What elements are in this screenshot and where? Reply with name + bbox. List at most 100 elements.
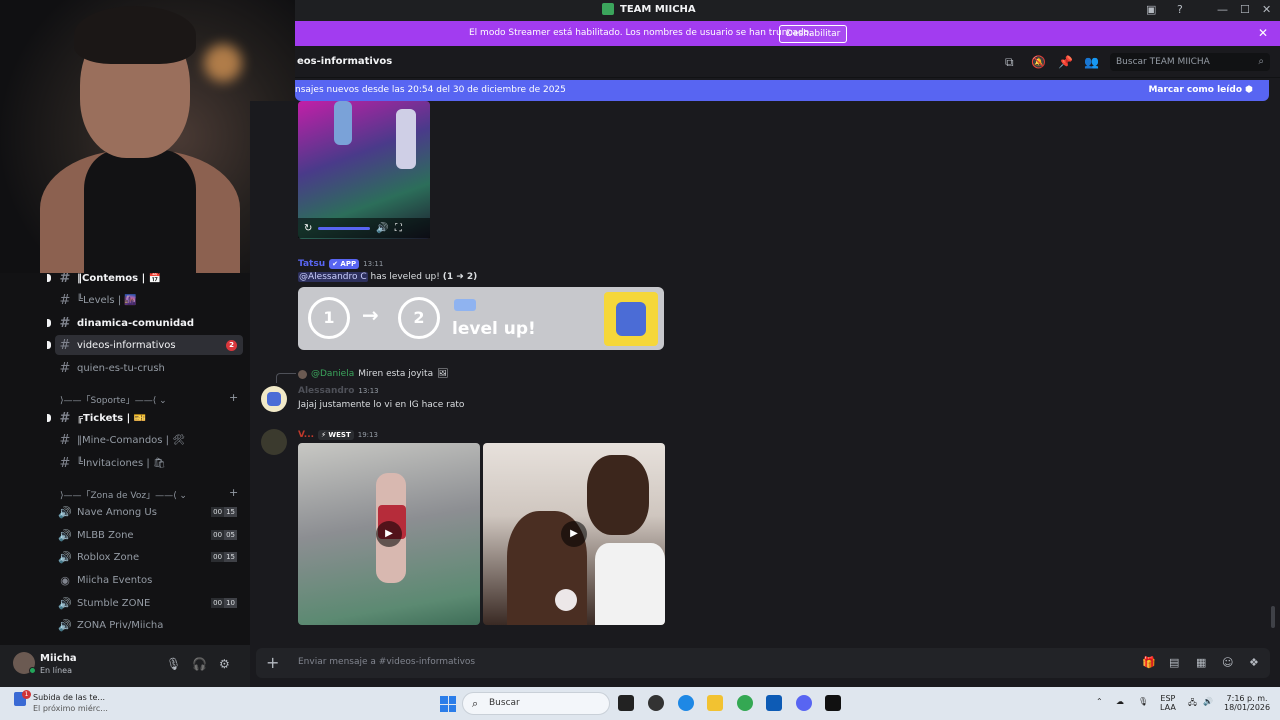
task-view-icon[interactable] (618, 695, 634, 711)
search-icon: ⌕ (1258, 56, 1264, 67)
dancer-figure (396, 109, 416, 169)
voice-channel-stumble-zone[interactable]: 🔊 Stumble ZONE 00 10 (55, 593, 243, 613)
hash-icon: # (59, 337, 71, 353)
sticker-icon[interactable]: ▦ (1196, 656, 1206, 669)
mark-read-button[interactable]: Marcar como leído ⬢ (1148, 85, 1253, 95)
windows-taskbar: 1 Subida de las te... El próximo miérc..… (0, 687, 1280, 720)
language-indicator[interactable]: ESP LAA (1160, 694, 1176, 712)
store-icon[interactable] (766, 695, 782, 711)
video-controls[interactable]: ↻ 🔊 ⛶ (298, 218, 430, 238)
bubble-gum (555, 589, 577, 611)
voice-channel-nave-among-us[interactable]: 🔊 Nave Among Us 00 15 (55, 502, 243, 522)
voice-channel-mlbb-zone[interactable]: 🔊 MLBB Zone 00 05 (55, 525, 243, 545)
edge-icon[interactable] (678, 695, 694, 711)
video-embed[interactable]: ▶ (483, 443, 665, 625)
apps-icon[interactable]: ❖ (1249, 656, 1259, 669)
bot-name[interactable]: Tatsu (298, 259, 325, 269)
volume-slider[interactable] (318, 226, 371, 230)
channel-quien-es-tu-crush[interactable]: # quien-es-tu-crush (55, 358, 243, 378)
avatar[interactable] (261, 386, 287, 412)
volume-icon[interactable]: 🔊 (376, 223, 388, 234)
close-banner-icon[interactable]: ✕ (1258, 26, 1268, 40)
stage-channel-miicha-eventos[interactable]: ◉ Miicha Eventos (55, 570, 243, 590)
hash-icon: # (59, 315, 71, 331)
emoji-icon[interactable]: ☺ (1222, 656, 1233, 669)
close-window-button[interactable]: ✕ (1262, 3, 1271, 16)
play-icon[interactable]: ▶ (376, 521, 402, 547)
onedrive-icon[interactable]: ☁ (1116, 697, 1124, 706)
category-soporte[interactable]: ⟩——「Soporte」——⟨ ⌄ (60, 393, 167, 406)
server-icon (454, 299, 476, 311)
chrome-icon[interactable] (737, 695, 753, 711)
add-channel-icon[interactable]: + (229, 391, 238, 404)
file-explorer-icon[interactable] (707, 695, 723, 711)
streamer-mode-message: El modo Streamer está habilitado. Los no… (469, 28, 812, 38)
category-zona-de-voz[interactable]: ⟩——「Zona de Voz」——⟨ ⌄ (60, 488, 187, 501)
threads-icon[interactable]: ⧉ (1005, 55, 1014, 70)
volume-icon[interactable]: 🔊 (1203, 697, 1213, 706)
channel-tickets[interactable]: # ╔Tickets | 🎫 (55, 408, 243, 428)
notification-bell-icon[interactable]: 🔕 (1031, 55, 1046, 69)
add-channel-icon[interactable]: + (229, 486, 238, 499)
channel-levels[interactable]: # ╚Levels | 🌆 (55, 290, 243, 310)
channel-dinamica-comunidad[interactable]: # dinamica-comunidad (55, 313, 243, 333)
maximize-button[interactable]: ☐ (1240, 3, 1250, 16)
network-icon[interactable]: 🖧 (1188, 697, 1197, 711)
channel-videos-informativos[interactable]: # videos-informativos 2 (55, 335, 243, 355)
member-list-icon[interactable]: 👥 (1084, 55, 1099, 69)
app-tag: ✔ APP (329, 259, 360, 269)
windows-start-icon[interactable] (440, 696, 456, 712)
new-messages-bar[interactable]: nsajes nuevos desde las 20:54 del 30 de … (295, 80, 1269, 101)
chat-scrollbar[interactable] (1271, 606, 1275, 628)
microphone-icon[interactable]: 🎙 (1138, 697, 1148, 706)
gif-icon[interactable]: ▤ (1169, 656, 1179, 669)
microphone-icon[interactable]: 🎙 (166, 657, 181, 671)
image-icon: 🖼 (437, 369, 449, 379)
unread-indicator (47, 414, 51, 422)
user-panel: Miicha En línea 🎙 🎧 ⚙ (0, 645, 250, 687)
window-title: TEAM MIICHA (602, 3, 696, 15)
notification-title[interactable]: Subida de las te... (33, 693, 105, 702)
voice-channel-zona-priv[interactable]: 🔊 ZONA Priv/Miicha (55, 615, 243, 635)
user-mention[interactable]: @Alessandro C (298, 272, 368, 282)
message-header: Tatsu ✔ APP 13:11 (298, 259, 383, 269)
discord-app-icon (602, 3, 614, 15)
gear-icon[interactable]: ⚙ (219, 657, 230, 671)
voice-user-count: 00 10 (211, 598, 237, 608)
person-tank-top (84, 150, 196, 273)
attach-plus-icon[interactable]: + (266, 653, 279, 672)
voice-channel-roblox-zone[interactable]: 🔊 Roblox Zone 00 15 (55, 547, 243, 567)
message-composer[interactable]: + Enviar mensaje a #videos-informativos … (256, 648, 1270, 678)
message-author[interactable]: V... (298, 430, 314, 440)
username[interactable]: Miicha (40, 653, 77, 664)
obs-icon[interactable] (648, 695, 664, 711)
channel-invitaciones[interactable]: # ╚Invitaciones | 🛍 (55, 453, 243, 473)
message-input[interactable]: Enviar mensaje a #videos-informativos (298, 657, 475, 667)
message-timestamp: 13:13 (358, 387, 379, 395)
speaker-icon: 🔊 (58, 550, 72, 564)
message-author[interactable]: Alessandro (298, 386, 354, 396)
reply-preview[interactable]: @Daniela Miren esta joyita 🖼 (298, 369, 449, 379)
lamp-glow (204, 44, 242, 82)
inbox-icon[interactable]: ▣ (1146, 3, 1156, 16)
fullscreen-icon[interactable]: ⛶ (395, 223, 402, 234)
clock[interactable]: 7:16 p. m. 18/01/2026 (1224, 694, 1270, 712)
hash-icon: # (59, 360, 71, 376)
hash-icon: # (59, 432, 71, 448)
pin-icon[interactable]: 📌 (1058, 55, 1073, 69)
minimize-button[interactable]: — (1217, 3, 1228, 16)
replay-icon[interactable]: ↻ (304, 223, 312, 234)
taskbar-search[interactable]: ⌕ Buscar (462, 692, 610, 715)
discord-icon[interactable] (796, 695, 812, 711)
headphones-icon[interactable]: 🎧 (192, 657, 207, 671)
channel-mine-comandos[interactable]: # ‖Mine-Comandos | 🛠 (55, 430, 243, 450)
search-input[interactable]: Buscar TEAM MIICHA ⌕ (1110, 53, 1270, 71)
avatar[interactable] (261, 429, 287, 455)
video-embed[interactable]: ▶ (298, 443, 480, 625)
play-icon[interactable]: ▶ (561, 521, 587, 547)
tray-chevron-icon[interactable]: ⌃ (1096, 697, 1103, 706)
epic-games-icon[interactable] (825, 695, 841, 711)
gift-icon[interactable]: 🎁 (1142, 656, 1156, 669)
help-icon[interactable]: ? (1177, 3, 1183, 16)
disable-streamer-button[interactable]: Deshabilitar (779, 25, 848, 43)
